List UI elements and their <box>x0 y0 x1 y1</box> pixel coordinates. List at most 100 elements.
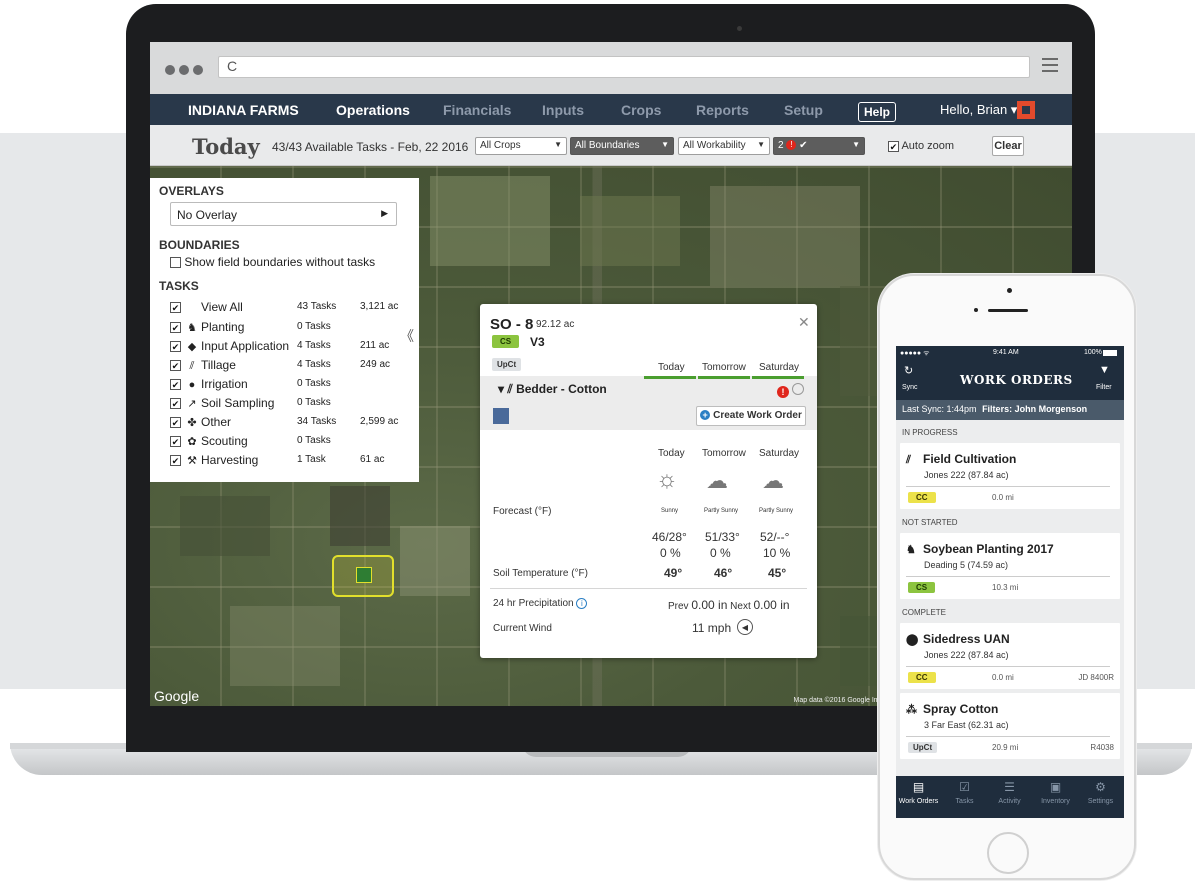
task-row-tillage[interactable]: ✔ ⫽ Tillage 4 Tasks 249 ac <box>170 358 410 376</box>
inventory-icon: ▣ <box>1049 780 1062 794</box>
soil-temp-saturday: 45° <box>768 566 787 580</box>
field-acres: 92.12 ac <box>536 319 575 330</box>
sunny-icon: ☼ <box>656 466 678 493</box>
tab-activity[interactable]: ☰ Activity <box>987 780 1032 805</box>
tab-inventory[interactable]: ▣ Inventory <box>1033 780 1078 805</box>
battery-icon <box>1103 350 1117 356</box>
precip-chance-saturday: 10 % <box>763 546 791 560</box>
clear-button[interactable]: Clear <box>992 136 1024 156</box>
filter-icon[interactable]: ▼ <box>1099 364 1110 376</box>
info-icon[interactable]: i <box>576 598 588 609</box>
autozoom-toggle[interactable]: ✔ Auto zoom <box>888 140 954 152</box>
window-dot-icon[interactable] <box>165 65 175 75</box>
boundaries-heading: BOUNDARIES <box>159 238 240 252</box>
selected-field-boundary[interactable] <box>332 555 394 597</box>
precip-chance-tomorrow: 0 % <box>710 546 731 560</box>
checkbox-checked-icon[interactable]: ✔ <box>170 360 181 372</box>
alert-icon: ! <box>777 386 789 398</box>
reload-icon[interactable]: C <box>227 58 237 74</box>
create-work-order-button[interactable]: + Create Work Order <box>696 406 806 426</box>
tab-label: Activity <box>998 798 1021 805</box>
overlay-select[interactable]: No Overlay ▶ <box>170 202 397 226</box>
checkbox-checked-icon[interactable]: ✔ <box>170 398 181 410</box>
section-complete: COMPLETE <box>902 608 947 617</box>
checkbox-checked-icon[interactable]: ✔ <box>170 341 181 353</box>
checkbox-unchecked-icon[interactable] <box>170 257 181 269</box>
tillage-icon: ⫽ <box>507 382 513 396</box>
field-popup: SO - 8 92.12 ac ✕ CS V3 UpCt Today Tomor… <box>480 304 817 658</box>
crop-badge: CS <box>908 582 936 593</box>
work-order-distance: 10.3 mi <box>992 583 1019 592</box>
google-logo: Google <box>154 688 200 704</box>
workability-select[interactable]: All Workability ▼ <box>678 137 770 155</box>
checkbox-checked-icon[interactable]: ✔ <box>170 436 181 448</box>
help-button[interactable]: Help <box>858 102 897 122</box>
nav-operations[interactable]: Operations <box>336 102 410 118</box>
filter-toolbar: Today 43/43 Available Tasks - Feb, 22 20… <box>150 125 1072 166</box>
work-order-card[interactable]: ♞ Soybean Planting 2017 Deading 5 (74.59 … <box>900 533 1120 599</box>
task-row-view-all[interactable]: ✔ View All 43 Tasks 3,121 ac <box>170 300 410 318</box>
checkbox-checked-icon[interactable]: ✔ <box>170 322 181 334</box>
checkbox-checked-icon[interactable]: ✔ <box>170 455 181 467</box>
chevron-down-icon: ▼ <box>661 140 669 149</box>
show-boundaries-option[interactable]: Show field boundaries without tasks <box>170 255 375 269</box>
tab-settings[interactable]: ⚙ Settings <box>1078 780 1123 805</box>
window-dot-icon[interactable] <box>193 65 203 75</box>
overlays-heading: OVERLAYS <box>159 184 224 198</box>
gear-icon: ⚙ <box>1095 780 1106 794</box>
checkbox-checked-icon[interactable]: ✔ <box>170 302 181 314</box>
sync-label[interactable]: Sync <box>902 384 918 391</box>
close-icon[interactable]: ✕ <box>798 314 810 331</box>
window-controls[interactable] <box>165 62 207 80</box>
task-status: ! <box>777 383 805 398</box>
task-row-planting[interactable]: ✔ ♞ Planting 0 Tasks <box>170 320 410 338</box>
task-acres: 211 ac <box>360 340 390 351</box>
work-order-card[interactable]: ⁂ Spray Cotton 3 Far East (62.31 ac) UpCt… <box>900 693 1120 759</box>
window-dot-icon[interactable] <box>179 65 189 75</box>
brand-name[interactable]: INDIANA FARMS <box>188 102 299 118</box>
nav-crops[interactable]: Crops <box>621 102 661 118</box>
task-row-irrigation[interactable]: ✔ ● Irrigation 0 Tasks <box>170 377 410 395</box>
boundaries-select[interactable]: All Boundaries ▼ <box>570 137 674 155</box>
condition-today: Sunny <box>661 508 679 514</box>
precip-next-label: Next <box>730 601 751 612</box>
tab-work-orders[interactable]: ▤ Work Orders <box>896 780 941 805</box>
task-row-harvesting[interactable]: ✔ ⚒ Harvesting 1 Task 61 ac <box>170 453 410 471</box>
home-button[interactable] <box>987 832 1029 874</box>
nav-setup[interactable]: Setup <box>784 102 823 118</box>
crop-badge: CS <box>492 335 520 348</box>
work-order-card[interactable]: ⫽ Field Cultivation Jones 222 (87.84 ac) … <box>900 443 1120 509</box>
nav-reports[interactable]: Reports <box>696 102 749 118</box>
tab-tasks[interactable]: ☑ Tasks <box>942 780 987 805</box>
crops-select[interactable]: All Crops ▼ <box>475 137 567 155</box>
sync-icon[interactable]: ↻ <box>904 364 913 377</box>
user-menu[interactable]: Hello, Brian ▾ <box>940 102 1017 118</box>
checkbox-checked-icon[interactable]: ✔ <box>170 417 181 429</box>
precipitation-label-row: 24 hr Precipitation i <box>493 598 588 609</box>
task-header[interactable]: ▾ ⫽ Bedder - Cotton <box>498 382 607 397</box>
menu-icon[interactable] <box>1042 58 1058 76</box>
status-time: 9:41 AM <box>993 349 1019 356</box>
tab-label: Inventory <box>1041 798 1070 805</box>
nav-financials[interactable]: Financials <box>443 102 511 118</box>
nav-inputs[interactable]: Inputs <box>542 102 584 118</box>
address-bar[interactable]: C <box>218 56 1030 78</box>
checkbox-checked-icon[interactable]: ✔ <box>170 379 181 391</box>
work-order-card[interactable]: ⬤ Sidedress UAN Jones 222 (87.84 ac) CC 0… <box>900 623 1120 689</box>
map-field-patch <box>710 186 860 286</box>
expand-icon[interactable]: ▾ <box>498 382 504 396</box>
collapse-panel-icon[interactable]: 《 <box>400 326 414 346</box>
task-row-other[interactable]: ✔ ✤ Other 34 Tasks 2,599 ac <box>170 415 410 433</box>
task-row-scouting[interactable]: ✔ ✿ Scouting 0 Tasks <box>170 434 410 452</box>
status-select[interactable]: 2 ! ✔ ▼ <box>773 137 865 155</box>
task-row-input-application[interactable]: ✔ ◆ Input Application 4 Tasks 211 ac <box>170 339 410 357</box>
checkbox-checked-icon[interactable]: ✔ <box>888 140 899 152</box>
task-row-soil-sampling[interactable]: ✔ ↗ Soil Sampling 0 Tasks <box>170 396 410 414</box>
task-count: 34 Tasks <box>297 416 337 427</box>
filter-label[interactable]: Filter <box>1096 384 1112 391</box>
tillage-task-icon[interactable] <box>356 567 372 583</box>
tasks-heading: TASKS <box>159 279 199 293</box>
create-work-order-label: Create Work Order <box>713 410 802 421</box>
tillage-icon: ⫽ <box>906 454 911 466</box>
tab-label: Tasks <box>955 798 974 805</box>
